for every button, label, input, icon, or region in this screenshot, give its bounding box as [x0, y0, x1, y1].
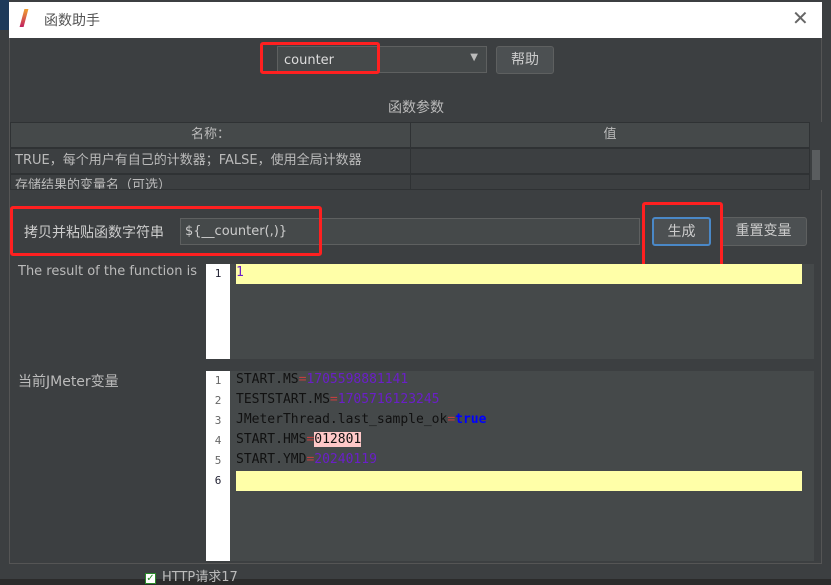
chevron-down-icon: ▼ — [470, 52, 478, 63]
current-line-highlight — [236, 471, 802, 491]
table-cell-value[interactable] — [410, 174, 810, 190]
params-table: 名称： 值 TRUE，每个用户有自己的计数器；FALSE，使用全局计数器 存储结… — [10, 122, 822, 190]
line-number: 2 — [214, 394, 222, 407]
dialog-title: 函数助手 — [44, 13, 100, 29]
params-title: 函数参数 — [388, 100, 444, 116]
table-cell-name[interactable]: 存储结果的变量名（可选） — [10, 174, 411, 190]
result-editor[interactable]: 1 1 — [206, 264, 814, 359]
table-cell-value[interactable] — [410, 148, 810, 174]
current-line-highlight — [236, 264, 802, 284]
result-value: 1 — [236, 265, 244, 280]
line-number: 5 — [214, 454, 222, 467]
variable-line: START.MS=1705598881141 — [236, 372, 409, 387]
scrollbar[interactable] — [810, 148, 822, 190]
close-icon[interactable]: ✕ — [792, 6, 809, 30]
variables-label: 当前JMeter变量 — [18, 374, 119, 390]
title-bar — [9, 2, 822, 38]
highlight-box — [10, 206, 322, 256]
line-number: 6 — [214, 474, 222, 487]
variable-line: START.YMD=20240119 — [236, 452, 377, 467]
highlight-box — [260, 42, 380, 74]
line-number: 3 — [214, 414, 222, 427]
help-button[interactable]: 帮助 — [496, 46, 554, 74]
variables-editor[interactable]: 1 2 3 4 5 6 START.MS=1705598881141 TESTS… — [206, 371, 814, 561]
result-label: The result of the function is — [18, 264, 197, 279]
table-cell-name[interactable]: TRUE，每个用户有自己的计数器；FALSE，使用全局计数器 — [10, 148, 411, 174]
variable-line: JMeterThread.last_sample_ok=true — [236, 412, 487, 427]
line-number: 1 — [214, 374, 222, 387]
tree-item-http-request[interactable]: ✓ HTTP请求17 — [145, 566, 238, 585]
highlight-box — [642, 202, 723, 269]
reset-variables-button[interactable]: 重置变量 — [720, 217, 807, 246]
variable-line: TESTSTART.MS=1705716123245 — [236, 392, 440, 407]
variable-line: START.HMS=012801 — [236, 432, 362, 447]
line-number: 4 — [214, 434, 222, 447]
app-sidebar-edge — [0, 0, 9, 30]
column-header-value[interactable]: 值 — [410, 122, 810, 148]
tree-item-label: HTTP请求17 — [162, 570, 238, 585]
column-header-name[interactable]: 名称： — [10, 122, 411, 148]
